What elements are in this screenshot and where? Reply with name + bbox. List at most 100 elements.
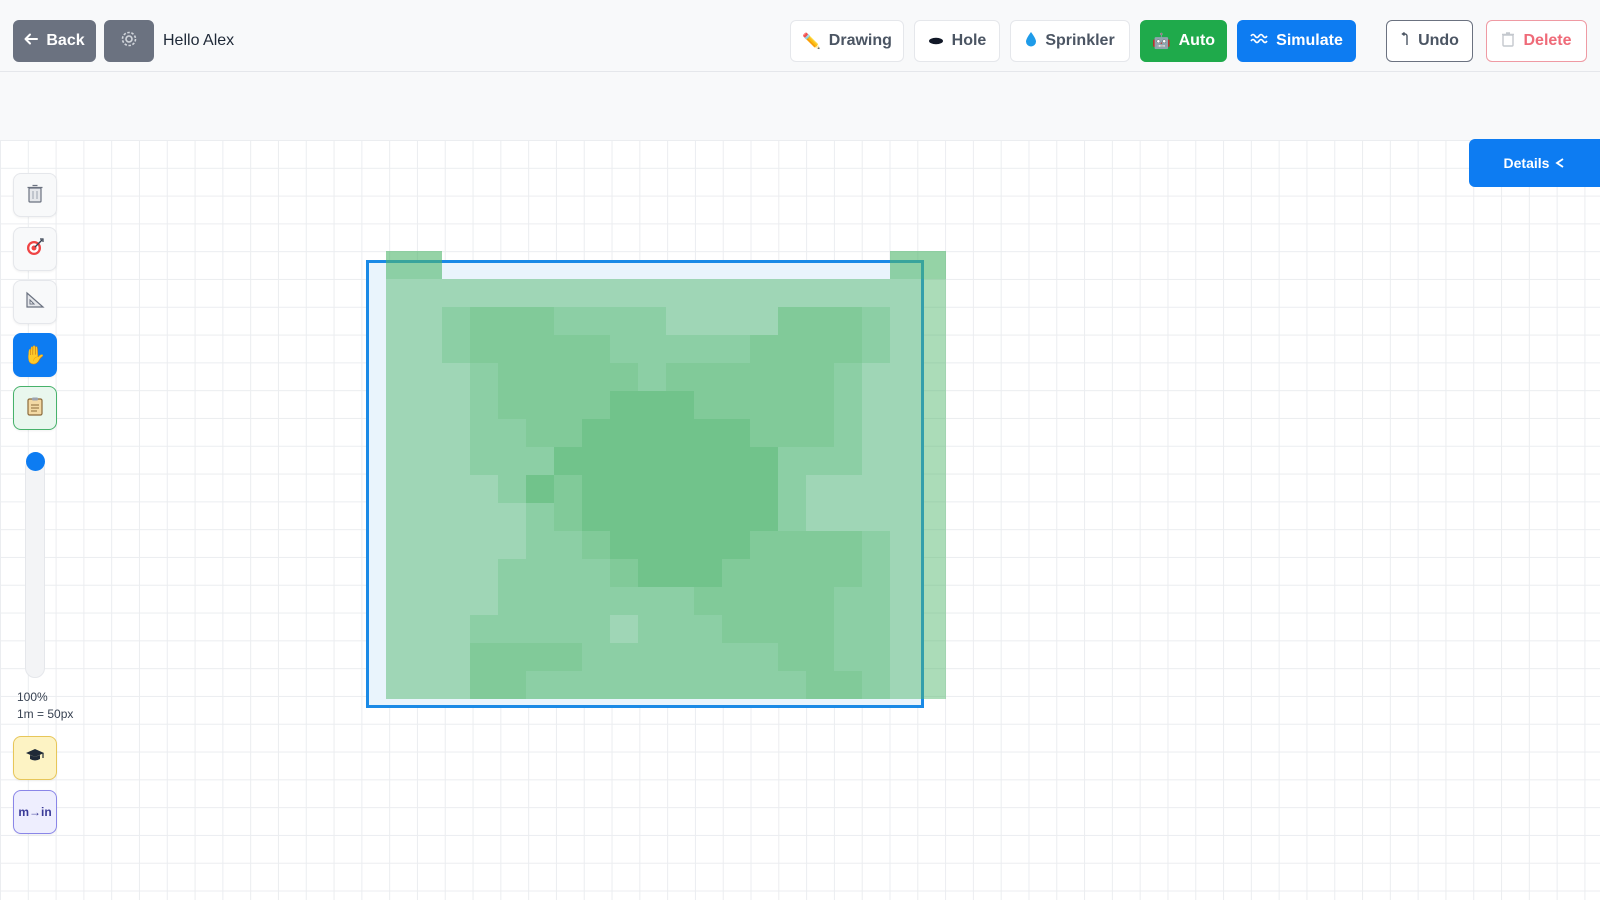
irrigation-area[interactable] <box>366 251 946 708</box>
coverage-cell <box>414 643 442 671</box>
coverage-cell <box>610 391 638 419</box>
coverage-cell <box>498 279 526 307</box>
target-tool-button[interactable] <box>13 227 57 271</box>
coverage-cell <box>806 335 834 363</box>
coverage-cell <box>470 279 498 307</box>
coverage-cell <box>666 447 694 475</box>
clear-tool-button[interactable] <box>13 173 57 217</box>
coverage-cell <box>694 503 722 531</box>
coverage-cell <box>638 615 666 643</box>
coverage-cell <box>582 307 610 335</box>
hole-icon <box>928 32 944 50</box>
coverage-cell <box>638 447 666 475</box>
coverage-cell <box>582 671 610 699</box>
coverage-cell <box>750 335 778 363</box>
coverage-cell <box>834 391 862 419</box>
coverage-cell <box>554 447 582 475</box>
coverage-cell <box>666 279 694 307</box>
coverage-cell <box>554 335 582 363</box>
coverage-cell <box>386 391 414 419</box>
delete-button[interactable]: Delete <box>1486 20 1587 62</box>
notes-tool-button[interactable] <box>13 386 57 430</box>
settings-button[interactable] <box>104 20 154 62</box>
zoom-slider-handle[interactable] <box>26 452 45 471</box>
coverage-cell <box>498 559 526 587</box>
auto-button[interactable]: 🤖 Auto <box>1140 20 1227 62</box>
coverage-cell <box>918 363 946 391</box>
coverage-cell <box>806 279 834 307</box>
coverage-cell <box>470 307 498 335</box>
drawing-tool-button[interactable]: ✏️ Drawing <box>790 20 904 62</box>
coverage-cell <box>918 475 946 503</box>
coverage-cell <box>498 615 526 643</box>
coverage-cell <box>498 503 526 531</box>
coverage-cell <box>386 671 414 699</box>
coverage-cell <box>582 587 610 615</box>
hole-tool-button[interactable]: Hole <box>914 20 1000 62</box>
sprinkler-tool-button[interactable]: Sprinkler <box>1010 20 1130 62</box>
coverage-cell <box>722 307 750 335</box>
coverage-cell <box>862 475 890 503</box>
zoom-slider-track[interactable] <box>25 458 45 678</box>
coverage-cell <box>526 279 554 307</box>
simulate-button[interactable]: Simulate <box>1237 20 1356 62</box>
coverage-cell <box>722 587 750 615</box>
tutorial-button[interactable] <box>13 736 57 780</box>
coverage-cell <box>442 503 470 531</box>
details-panel-toggle[interactable]: Details <box>1469 139 1600 187</box>
coverage-cell <box>778 643 806 671</box>
coverage-cell <box>918 251 946 279</box>
coverage-cell <box>918 643 946 671</box>
coverage-cell <box>498 335 526 363</box>
coverage-cell <box>778 587 806 615</box>
simulate-label: Simulate <box>1276 32 1343 49</box>
back-label: Back <box>46 32 85 49</box>
coverage-cell <box>918 335 946 363</box>
coverage-cell <box>918 419 946 447</box>
coverage-cell <box>470 503 498 531</box>
coverage-cell <box>526 419 554 447</box>
coverage-cell <box>694 615 722 643</box>
unit-toggle-button[interactable]: m→in <box>13 790 57 834</box>
measure-tool-button[interactable] <box>13 280 57 324</box>
coverage-cell <box>470 643 498 671</box>
coverage-cell <box>386 587 414 615</box>
back-button[interactable]: Back <box>13 20 96 62</box>
coverage-cell <box>554 475 582 503</box>
coverage-cell <box>834 335 862 363</box>
coverage-cell <box>498 419 526 447</box>
sprinkler-label: Sprinkler <box>1045 32 1115 49</box>
coverage-cell <box>890 363 918 391</box>
coverage-cell <box>862 279 890 307</box>
coverage-cell <box>554 587 582 615</box>
coverage-cell <box>554 671 582 699</box>
pencil-icon: ✏️ <box>802 33 821 50</box>
coverage-cell <box>806 587 834 615</box>
coverage-cell <box>694 335 722 363</box>
coverage-cell <box>694 447 722 475</box>
pan-tool-button[interactable]: ✋ <box>13 333 57 377</box>
target-icon <box>25 237 45 262</box>
coverage-cell <box>750 587 778 615</box>
coverage-cell <box>414 391 442 419</box>
coverage-cell <box>638 643 666 671</box>
coverage-cell <box>694 363 722 391</box>
coverage-cell <box>666 643 694 671</box>
coverage-cell <box>638 503 666 531</box>
coverage-cell <box>834 615 862 643</box>
coverage-cell <box>722 279 750 307</box>
coverage-cell <box>862 307 890 335</box>
coverage-cell <box>386 279 414 307</box>
coverage-cell <box>834 531 862 559</box>
coverage-cell <box>414 335 442 363</box>
coverage-cell <box>470 615 498 643</box>
gear-icon <box>119 29 139 54</box>
coverage-cell <box>610 587 638 615</box>
coverage-cell <box>666 503 694 531</box>
undo-button[interactable]: Undo <box>1386 20 1473 62</box>
coverage-cell <box>834 475 862 503</box>
coverage-cell <box>414 307 442 335</box>
coverage-cell <box>582 475 610 503</box>
coverage-cell <box>386 251 414 279</box>
coverage-cell <box>778 363 806 391</box>
